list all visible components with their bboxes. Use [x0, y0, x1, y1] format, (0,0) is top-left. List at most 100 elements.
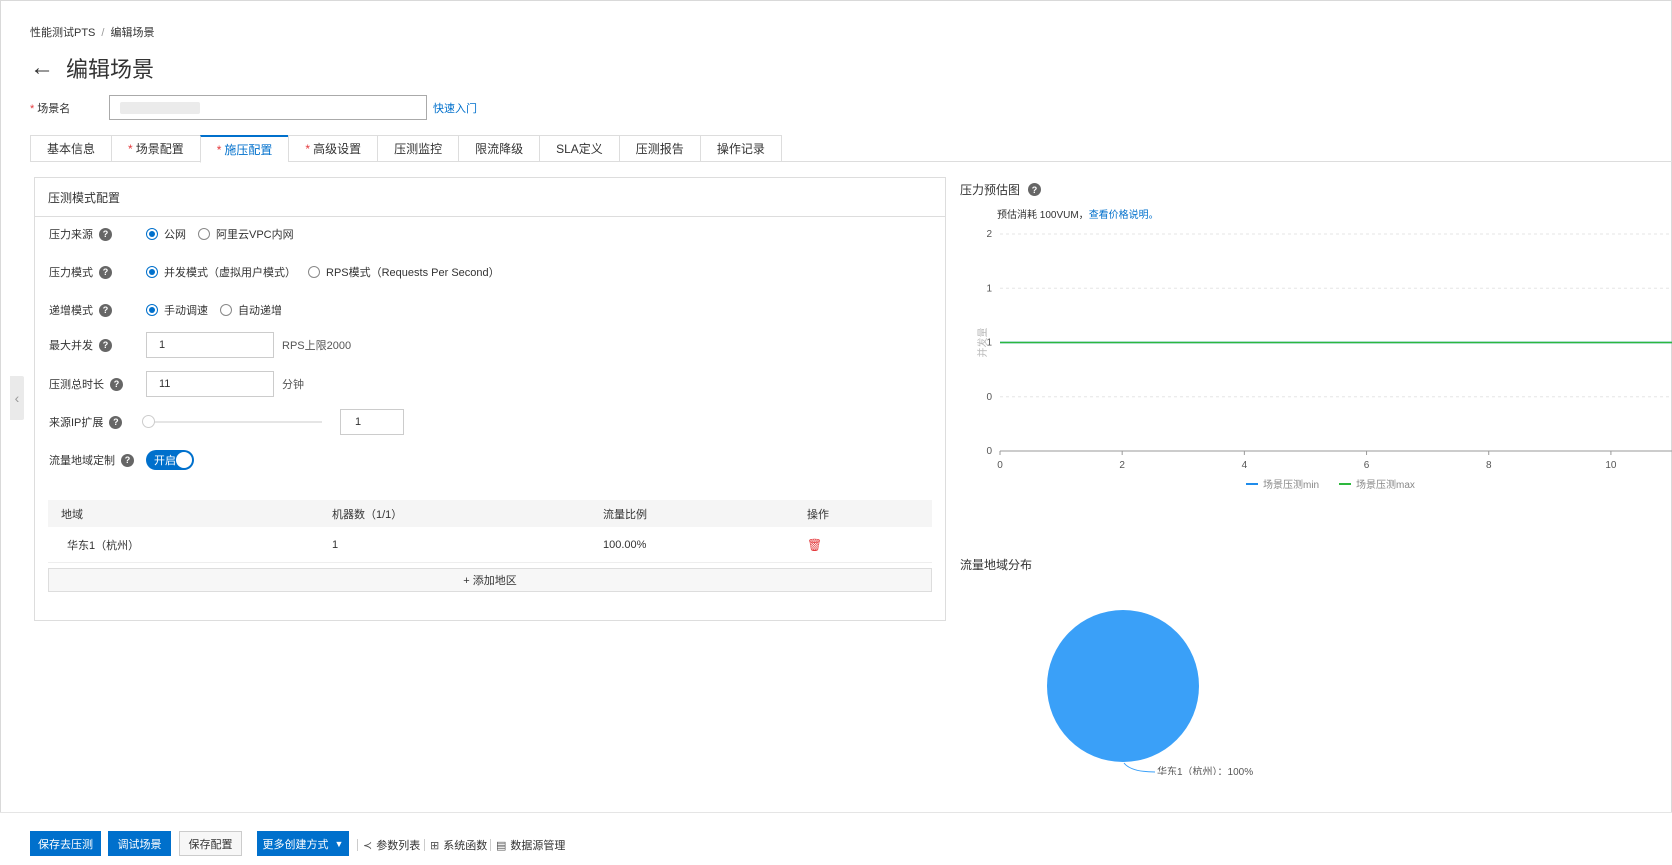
document-icon: ▤	[496, 839, 507, 852]
y-tick-label: 0	[986, 392, 992, 403]
estimate-text: 预估消耗 100VUM，	[997, 210, 1089, 221]
ip-expand-input[interactable]: 1	[340, 409, 404, 435]
y-axis-label: 并发量	[976, 328, 989, 358]
pressure-chart-header: 压力预估图?	[960, 181, 1042, 198]
max-concurrency-label: 最大并发	[49, 340, 93, 352]
param-list-button[interactable]: ≺ 参数列表	[363, 837, 420, 853]
pie-label-leader	[1123, 762, 1156, 773]
tab-operation-log[interactable]: 操作记录	[699, 135, 782, 162]
radio-rps-mode[interactable]: RPS模式（Requests Per Second）	[308, 264, 500, 280]
help-icon[interactable]: ?	[121, 453, 134, 467]
help-icon[interactable]: ?	[99, 265, 112, 279]
cell-machines: 1	[332, 538, 339, 551]
more-create-button[interactable]: 更多创建方式 ▼	[257, 831, 349, 856]
footer-toolbar: 保存去压测 调试场景 保存配置 更多创建方式 ▼ ≺ 参数列表 ⊞ 系统函数 ▤ 数据源…	[0, 812, 1672, 865]
ramp-mode-row: 递增模式? 手动调速 自动递增	[49, 302, 294, 318]
save-and-run-button[interactable]: 保存去压测	[30, 831, 101, 856]
datasource-button[interactable]: ▤ 数据源管理	[496, 837, 565, 853]
x-tick-label: 0	[997, 460, 1003, 471]
divider	[424, 839, 425, 851]
x-tick-label: 2	[1119, 460, 1125, 471]
back-arrow-icon[interactable]: ←	[30, 56, 54, 80]
help-icon[interactable]: ?	[110, 377, 123, 391]
help-icon[interactable]: ?	[99, 303, 112, 317]
breadcrumb-root[interactable]: 性能测试PTS	[30, 27, 95, 39]
x-tick-label: 8	[1486, 460, 1492, 471]
debug-scene-button[interactable]: 调试场景	[108, 831, 171, 856]
radio-vpc-network[interactable]: 阿里云VPC内网	[198, 226, 294, 242]
breadcrumb-separator: /	[101, 27, 105, 39]
pressure-line-chart: 211000 2 4 6 8 10并发量场景压测min 场景压测max	[976, 229, 1672, 491]
grid-icon: ⊞	[430, 839, 440, 852]
radio-auto-increment[interactable]: 自动递增	[220, 302, 282, 318]
help-icon[interactable]: ?	[99, 338, 112, 352]
tab-rate-limit[interactable]: 限流降级	[458, 135, 540, 162]
x-tick-label: 6	[1364, 460, 1370, 471]
duration-input[interactable]: 11	[146, 371, 274, 397]
add-region-button[interactable]: + 添加地区	[48, 568, 932, 592]
duration-unit: 分钟	[282, 379, 304, 391]
price-link[interactable]: 查看价格说明。	[1089, 210, 1159, 221]
duration-row: 压测总时长? 11 分钟	[49, 371, 304, 397]
help-icon[interactable]: ?	[109, 415, 123, 429]
tab-report[interactable]: 压测报告	[618, 135, 700, 162]
tab-bar: 基本信息 * 场景配置 * 施压配置 * 高级设置 压测监控 限流降级 SLA定义 压…	[30, 135, 1672, 163]
max-concurrency-input[interactable]: 1	[146, 332, 274, 358]
scene-name-row: * 场景名 快速入门	[30, 95, 477, 120]
tab-sla[interactable]: SLA定义	[539, 135, 619, 162]
radio-manual-speed[interactable]: 手动调速	[146, 302, 208, 318]
radio-concurrency-mode[interactable]: 并发模式（虚拟用户模式）	[146, 264, 296, 280]
ip-expand-slider[interactable]	[142, 415, 322, 428]
col-action: 操作	[807, 508, 829, 521]
breadcrumb: 性能测试PTS / 编辑场景	[30, 24, 154, 40]
region-pie-chart: 华东1（杭州）：100%	[1047, 610, 1253, 775]
tab-scene-config[interactable]: * 场景配置	[111, 135, 200, 162]
radio-dot	[308, 266, 320, 278]
help-icon[interactable]: ?	[1028, 183, 1042, 196]
radio-dot	[146, 228, 158, 240]
system-functions-button[interactable]: ⊞ 系统函数	[430, 837, 487, 853]
ip-expand-row: 来源IP扩展? 1	[49, 409, 404, 435]
collapse-chevron-left-icon[interactable]: ‹	[10, 376, 24, 420]
rps-limit-hint: RPS上限2000	[282, 340, 352, 352]
pressure-source-row: 压力来源? 公网 阿里云VPC内网	[49, 226, 306, 242]
radio-dot	[146, 304, 158, 316]
y-tick-label: 0	[986, 446, 992, 457]
region-custom-switch[interactable]: 开启	[146, 450, 194, 470]
slider-handle[interactable]	[142, 415, 155, 428]
col-machines: 机器数（1/1）	[332, 508, 403, 521]
quick-start-link[interactable]: 快速入门	[433, 100, 477, 116]
pressure-chart-title: 压力预估图	[960, 183, 1021, 197]
estimate-line: 预估消耗 100VUM，查看价格说明。	[997, 206, 1159, 221]
duration-label: 压测总时长	[49, 379, 104, 391]
x-tick-label: 10	[1605, 460, 1617, 471]
tab-advanced-settings[interactable]: * 高级设置	[288, 135, 378, 162]
tab-pressure-config[interactable]: * 施压配置	[199, 135, 289, 163]
table-row: 华东1（杭州） 1 100.00% 🗑	[48, 527, 932, 563]
legend-label: 场景压测max	[1356, 478, 1415, 491]
col-ratio: 流量比例	[603, 508, 647, 521]
region-custom-row: 流量地域定制? 开启	[49, 450, 194, 470]
help-icon[interactable]: ?	[99, 227, 112, 241]
pressure-mode-label: 压力模式	[49, 267, 93, 279]
switch-knob	[176, 452, 192, 468]
col-region: 地域	[61, 508, 83, 521]
x-tick-label: 4	[1242, 460, 1248, 471]
legend-label: 场景压测min	[1263, 478, 1319, 491]
delete-trash-icon[interactable]: 🗑	[807, 538, 822, 552]
ramp-mode-label: 递增模式	[49, 305, 93, 317]
chevron-down-icon: ▼	[334, 838, 344, 849]
share-nodes-icon: ≺	[363, 839, 373, 852]
divider	[490, 839, 491, 851]
save-config-button[interactable]: 保存配置	[179, 831, 242, 856]
scene-name-label: * 场景名	[30, 102, 71, 115]
breadcrumb-current: 编辑场景	[110, 27, 155, 39]
radio-public-network[interactable]: 公网	[146, 226, 186, 242]
panel-title: 压测模式配置	[35, 178, 945, 217]
scene-name-input[interactable]	[109, 95, 427, 120]
pie-slice-label: 华东1（杭州）：100%	[1157, 765, 1253, 775]
y-tick-label: 2	[986, 229, 992, 240]
tab-basic-info[interactable]: 基本信息	[30, 135, 112, 162]
pressure-mode-row: 压力模式? 并发模式（虚拟用户模式） RPS模式（Requests Per Se…	[49, 264, 512, 280]
tab-monitoring[interactable]: 压测监控	[377, 135, 459, 162]
